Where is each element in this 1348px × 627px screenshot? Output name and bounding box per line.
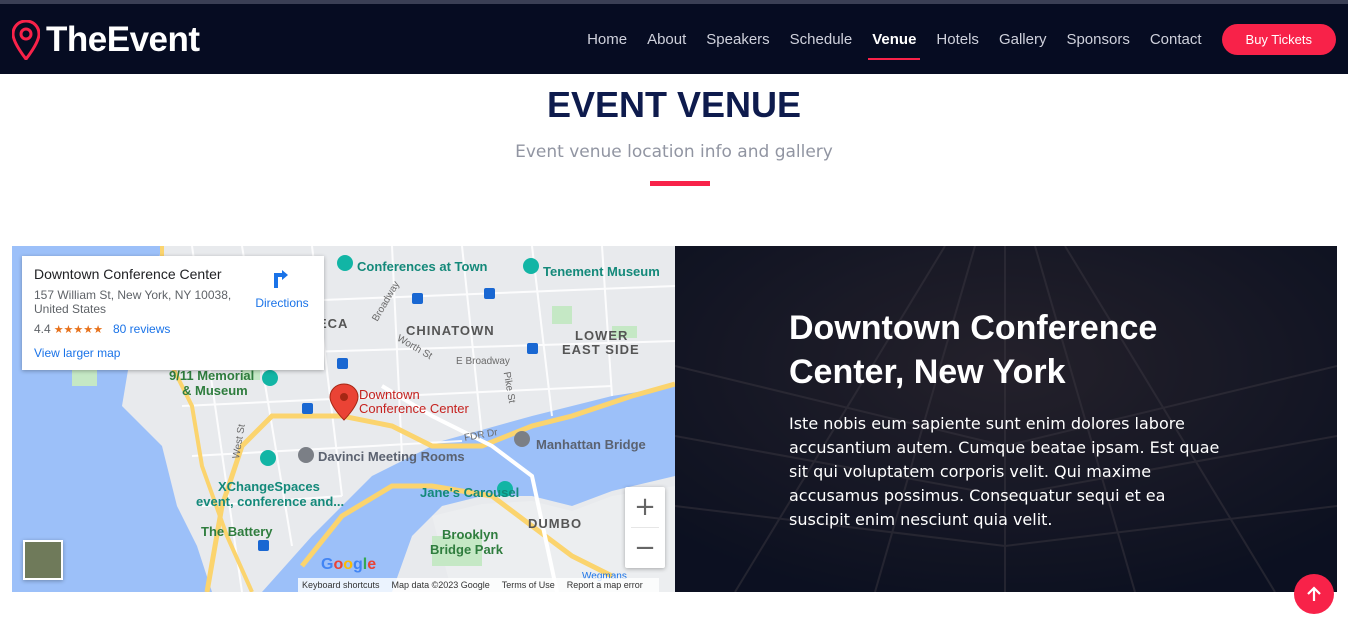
poi-battery[interactable]: The Battery bbox=[201, 524, 273, 539]
district-lower-east-2: EAST SIDE bbox=[562, 342, 640, 357]
nav-contact[interactable]: Contact bbox=[1150, 31, 1202, 56]
place-rating: 4.4 ★★★★★ 80 reviews bbox=[34, 322, 312, 336]
poi-brooklyn-1[interactable]: Brooklyn bbox=[442, 527, 498, 542]
google-map[interactable]: Conferences at Town Tenement Museum CHIN… bbox=[12, 246, 675, 592]
nav-about[interactable]: About bbox=[647, 31, 686, 56]
logo-text: TheEvent bbox=[46, 20, 200, 59]
place-info-card: Downtown Conference Center 157 William S… bbox=[22, 256, 324, 370]
poi-manhattan-bridge[interactable]: Manhattan Bridge bbox=[536, 437, 646, 452]
reviews-link[interactable]: 80 reviews bbox=[113, 322, 170, 336]
view-larger-map-link[interactable]: View larger map bbox=[34, 346, 312, 360]
map-data-text: Map data ©2023 Google bbox=[391, 580, 490, 590]
marker-label-1[interactable]: Downtown bbox=[359, 387, 420, 402]
street-e-broadway: E Broadway bbox=[456, 356, 510, 367]
map-footer: Keyboard shortcuts Map data ©2023 Google… bbox=[298, 578, 659, 592]
venue-title: Downtown Conference Center, New York bbox=[789, 309, 1158, 391]
poi-brooklyn-2[interactable]: Bridge Park bbox=[430, 542, 503, 557]
rating-value: 4.4 bbox=[34, 322, 51, 336]
directions-icon bbox=[274, 270, 288, 288]
back-to-top-button[interactable] bbox=[1294, 574, 1334, 614]
poi-tenement[interactable]: Tenement Museum bbox=[543, 264, 660, 279]
place-address: 157 William St, New York, NY 10038, Unit… bbox=[34, 288, 232, 316]
buy-tickets-button[interactable]: Buy Tickets bbox=[1221, 24, 1336, 55]
arrow-up-icon bbox=[1307, 586, 1321, 601]
nav-home[interactable]: Home bbox=[587, 31, 627, 56]
nav-gallery[interactable]: Gallery bbox=[999, 31, 1047, 56]
title-underline bbox=[650, 181, 710, 186]
marker-label-2[interactable]: Conference Center bbox=[359, 401, 469, 416]
district-chinatown: CHINATOWN bbox=[406, 323, 495, 338]
venue-info-panel: Downtown Conference Center, New York Ist… bbox=[675, 246, 1337, 592]
location-pin-icon bbox=[12, 20, 40, 60]
logo[interactable]: TheEvent bbox=[12, 20, 200, 60]
satellite-toggle[interactable] bbox=[23, 540, 63, 580]
poi-conferences[interactable]: Conferences at Town bbox=[357, 259, 488, 274]
directions-button[interactable]: Directions bbox=[252, 268, 312, 310]
nav-venue[interactable]: Venue bbox=[868, 31, 921, 60]
report-error-link[interactable]: Report a map error bbox=[567, 580, 643, 590]
keyboard-shortcuts-link[interactable]: Keyboard shortcuts bbox=[302, 580, 380, 590]
poi-xchange-1[interactable]: XChangeSpaces bbox=[218, 479, 320, 494]
poi-davinci[interactable]: Davinci Meeting Rooms bbox=[318, 449, 465, 464]
nav-speakers[interactable]: Speakers bbox=[706, 31, 769, 56]
zoom-in-button[interactable]: + bbox=[625, 487, 665, 527]
section-subtitle: Event venue location info and gallery bbox=[515, 142, 833, 162]
poi-memorial-2[interactable]: & Museum bbox=[182, 383, 248, 398]
zoom-out-button[interactable]: − bbox=[625, 528, 665, 568]
district-lower-east-1: LOWER bbox=[575, 328, 629, 343]
zoom-controls: + − bbox=[625, 487, 665, 568]
directions-label: Directions bbox=[255, 296, 309, 310]
google-logo: Google bbox=[321, 556, 377, 573]
district-dumbo: DUMBO bbox=[528, 516, 583, 531]
poi-memorial-1[interactable]: 9/11 Memorial bbox=[169, 368, 254, 383]
top-navbar: TheEvent Home About Speakers Schedule Ve… bbox=[0, 0, 1348, 74]
section-title: EVENT VENUE bbox=[546, 84, 802, 125]
rating-stars-icon: ★★★★★ bbox=[53, 323, 103, 336]
poi-janes[interactable]: Jane's Carousel bbox=[420, 485, 519, 500]
poi-xchange-2[interactable]: event, conference and... bbox=[196, 494, 344, 509]
venue-description: Iste nobis eum sapiente sunt enim dolore… bbox=[789, 414, 1220, 529]
terms-link[interactable]: Terms of Use bbox=[502, 580, 555, 590]
nav-sponsors[interactable]: Sponsors bbox=[1066, 31, 1129, 56]
main-nav: Home About Speakers Schedule Venue Hotel… bbox=[567, 24, 1336, 60]
nav-schedule[interactable]: Schedule bbox=[790, 31, 853, 56]
nav-hotels[interactable]: Hotels bbox=[936, 31, 979, 56]
